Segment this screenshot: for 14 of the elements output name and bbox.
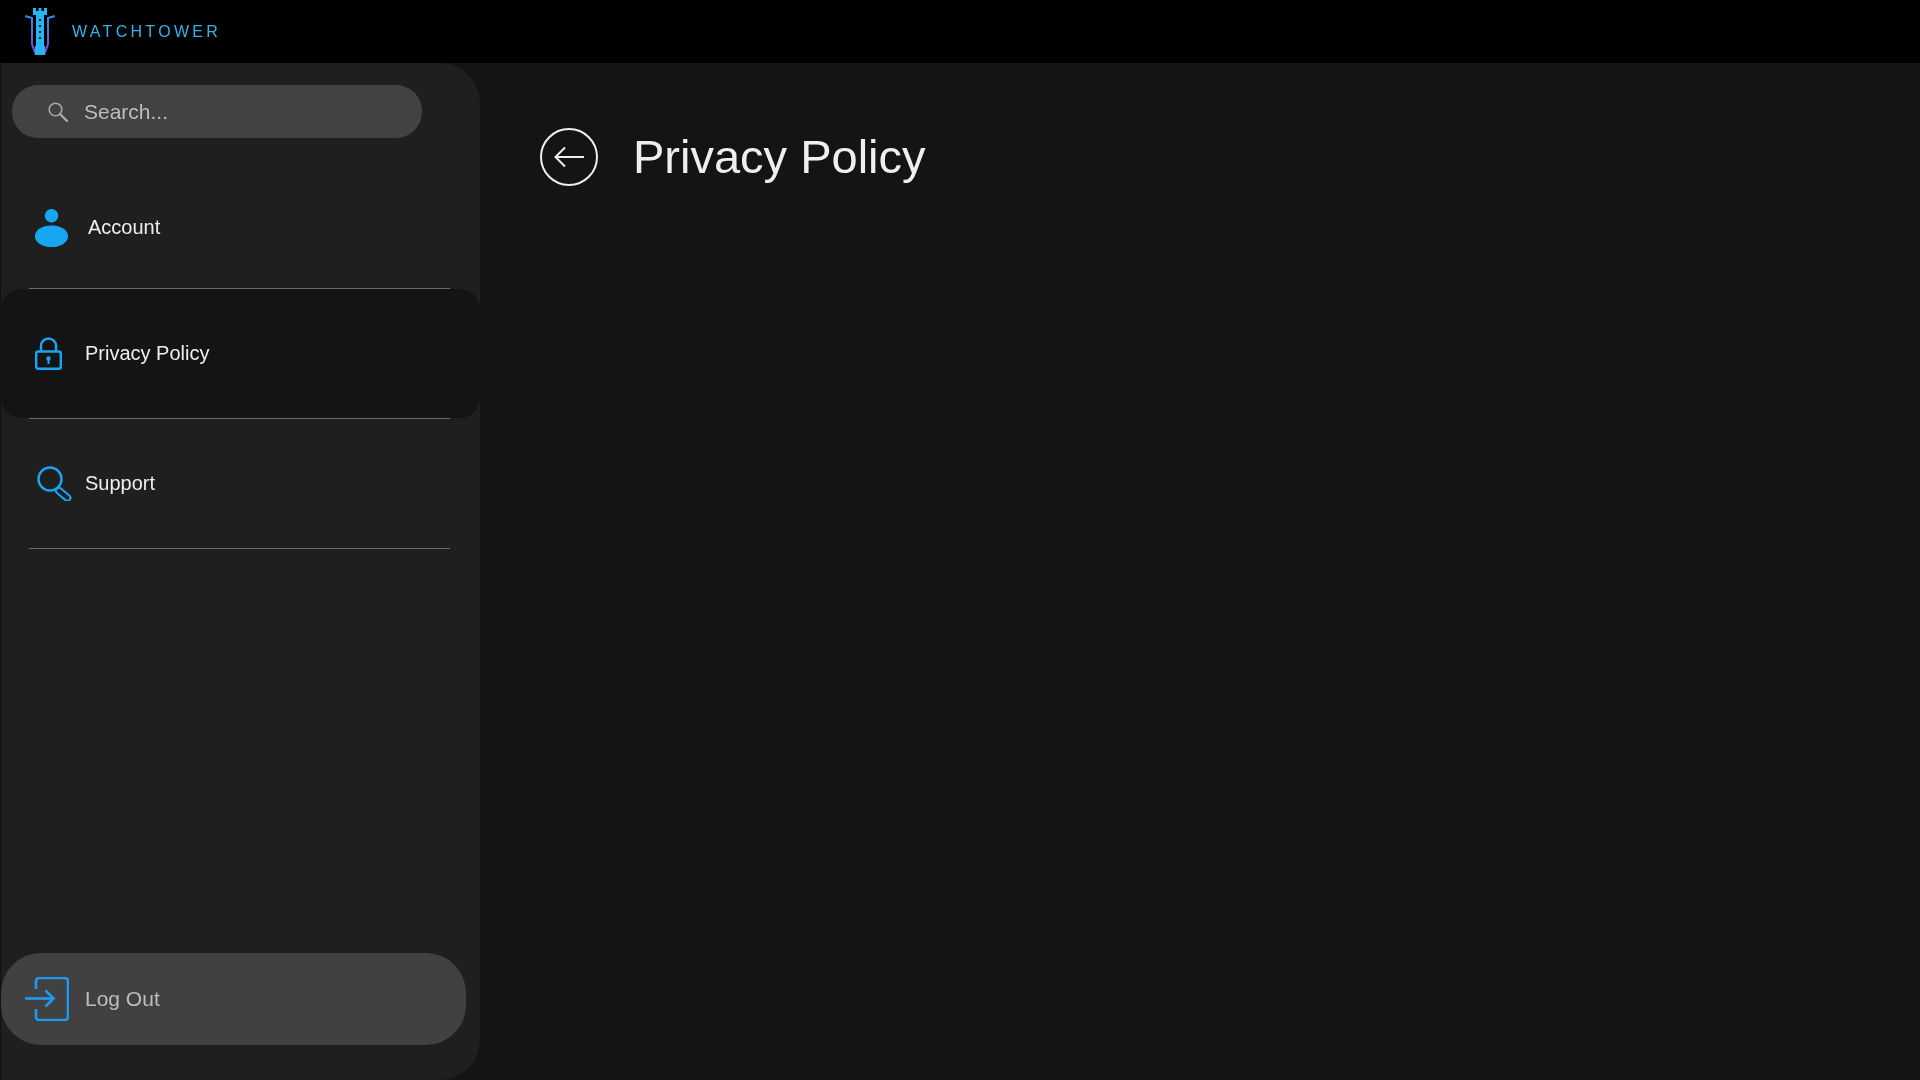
person-icon: [35, 208, 68, 247]
sidebar-item[interactable]: Support: [1, 419, 480, 548]
log-out-button[interactable]: Log Out: [1, 953, 466, 1045]
page-title: Privacy Policy: [633, 129, 926, 184]
back-button[interactable]: [540, 128, 598, 186]
magnifier-icon: [37, 466, 75, 501]
search-icon: [48, 102, 68, 122]
app-name: WATCHTOWER: [72, 23, 222, 40]
tower-logo: [24, 8, 56, 55]
padlock-icon: [35, 337, 62, 370]
search-field[interactable]: Search...: [12, 85, 422, 138]
sidebar-item[interactable]: Privacy Policy: [1, 289, 480, 418]
arrow-left-icon: [554, 146, 584, 168]
sidebar-item[interactable]: Account: [1, 159, 480, 288]
